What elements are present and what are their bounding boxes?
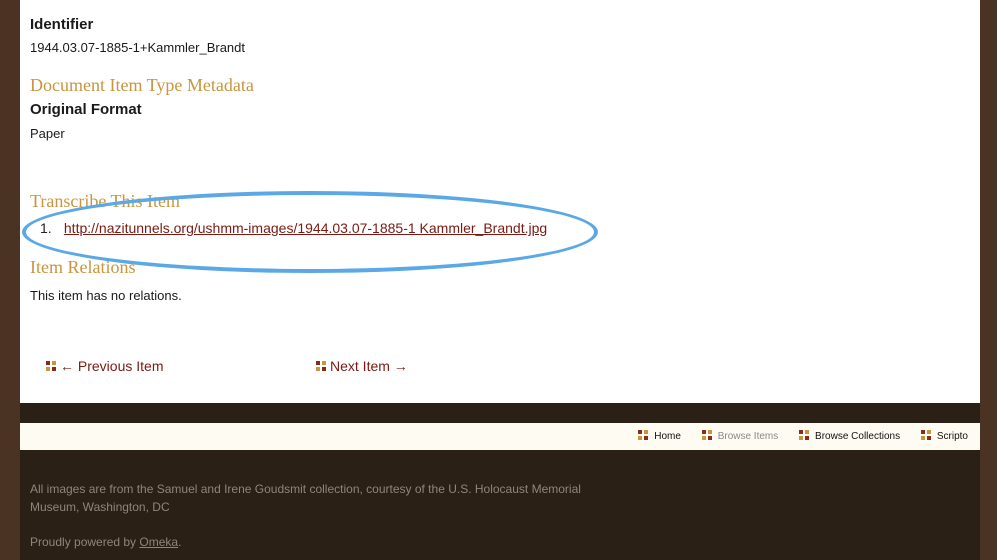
item-type-heading: Document Item Type Metadata xyxy=(30,75,254,95)
four-square-icon xyxy=(46,361,56,372)
footer-powered-by: Proudly powered by Omeka. xyxy=(30,533,181,551)
four-square-icon xyxy=(701,430,712,441)
footer-nav: Home Browse Items Browse Collections Scr… xyxy=(20,423,980,450)
powered-prefix: Proudly powered by xyxy=(30,535,140,549)
four-square-icon xyxy=(316,361,326,372)
four-square-icon xyxy=(638,430,649,441)
transcribe-list: 1. http://nazitunnels.org/ushmm-images/1… xyxy=(40,220,547,236)
four-square-icon xyxy=(920,430,931,441)
previous-item-link[interactable]: ← Previous Item xyxy=(60,358,163,374)
original-format-value: Paper xyxy=(30,126,65,141)
nav-scripto[interactable]: Scripto xyxy=(937,431,968,442)
footer-nav-links: Home Browse Items Browse Collections Scr… xyxy=(638,430,968,442)
list-number: 1. xyxy=(40,220,52,236)
identifier-value: 1944.03.07-1885-1+Kammler_Brandt xyxy=(30,40,246,55)
footer-credit: All images are from the Samuel and Irene… xyxy=(30,482,581,514)
page: Identifier 1944.03.07-1885-1+Kammler_Bra… xyxy=(20,0,980,560)
nav-home[interactable]: Home xyxy=(654,431,681,442)
powered-suffix: . xyxy=(178,535,182,549)
footer-top-band xyxy=(20,403,980,423)
transcribe-heading: Transcribe This Item xyxy=(30,191,180,211)
four-square-icon xyxy=(799,430,810,441)
item-content: Identifier 1944.03.07-1885-1+Kammler_Bra… xyxy=(20,0,980,403)
identifier-label: Identifier xyxy=(30,16,94,33)
next-item-nav[interactable]: Next Item → xyxy=(316,358,408,374)
nav-browse-collections[interactable]: Browse Collections xyxy=(815,431,900,442)
previous-item-nav[interactable]: ← Previous Item xyxy=(46,358,163,374)
item-relations-heading: Item Relations xyxy=(30,257,136,277)
nav-browse-items[interactable]: Browse Items xyxy=(718,431,779,442)
footer: All images are from the Samuel and Irene… xyxy=(20,450,980,560)
item-relations-text: This item has no relations. xyxy=(30,288,182,303)
original-format-label: Original Format xyxy=(30,101,142,118)
next-item-link[interactable]: Next Item → xyxy=(330,358,408,374)
image-link[interactable]: http://nazitunnels.org/ushmm-images/1944… xyxy=(64,220,547,236)
omeka-link[interactable]: Omeka xyxy=(139,535,178,549)
